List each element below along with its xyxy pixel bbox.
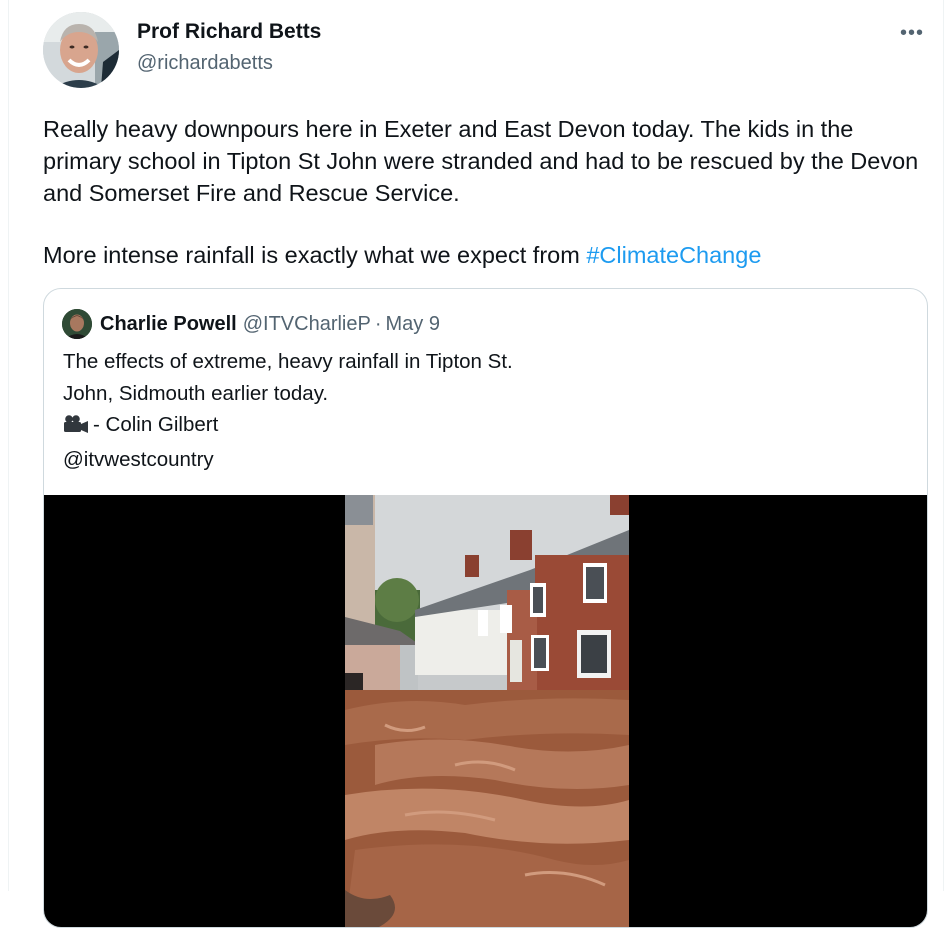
tweet-paragraph-2: More intense rainfall is exactly what we… — [43, 239, 933, 271]
more-options-icon: ••• — [899, 21, 924, 44]
author-name[interactable]: Prof Richard Betts — [137, 20, 321, 44]
quoted-line: The effects of extreme, heavy rainfall i… — [63, 350, 513, 373]
quoted-date[interactable]: May 9 — [386, 313, 440, 336]
video-player[interactable] — [44, 495, 927, 927]
tweet-paragraph-2-text: More intense rainfall is exactly what we… — [43, 242, 587, 268]
quoted-separator: · — [374, 312, 382, 335]
quoted-author-handle[interactable]: @ITVCharlieP — [243, 313, 371, 336]
flooded-street-video-frame — [345, 495, 629, 927]
quoted-tweet-text: The effects of extreme, heavy rainfall i… — [63, 346, 663, 475]
quoted-author-name[interactable]: Charlie Powell — [100, 313, 237, 336]
quoted-author-avatar[interactable] — [62, 309, 92, 339]
quoted-credit-line: - Colin Gilbert — [63, 409, 663, 444]
author-avatar[interactable] — [43, 12, 119, 88]
more-options-button[interactable]: ••• — [894, 18, 930, 48]
quoted-tweet-header: Charlie Powell @ITVCharlieP · May 9 — [62, 309, 440, 339]
tweet-card: Prof Richard Betts @richardabetts ••• Re… — [8, 0, 944, 928]
hashtag-link[interactable]: #ClimateChange — [586, 242, 761, 268]
movie-camera-icon — [63, 412, 89, 444]
quoted-credit-text: - Colin Gilbert — [93, 413, 219, 436]
tweet-paragraph-1: Really heavy downpours here in Exeter an… — [43, 116, 919, 206]
author-handle[interactable]: @richardabetts — [137, 52, 273, 75]
quoted-mention-line[interactable]: @itvwestcountry — [63, 444, 663, 476]
tweet-text: Really heavy downpours here in Exeter an… — [43, 113, 933, 271]
quoted-tweet[interactable]: Charlie Powell @ITVCharlieP · May 9 The … — [43, 288, 928, 928]
quoted-line: John, Sidmouth earlier today. — [63, 381, 329, 405]
